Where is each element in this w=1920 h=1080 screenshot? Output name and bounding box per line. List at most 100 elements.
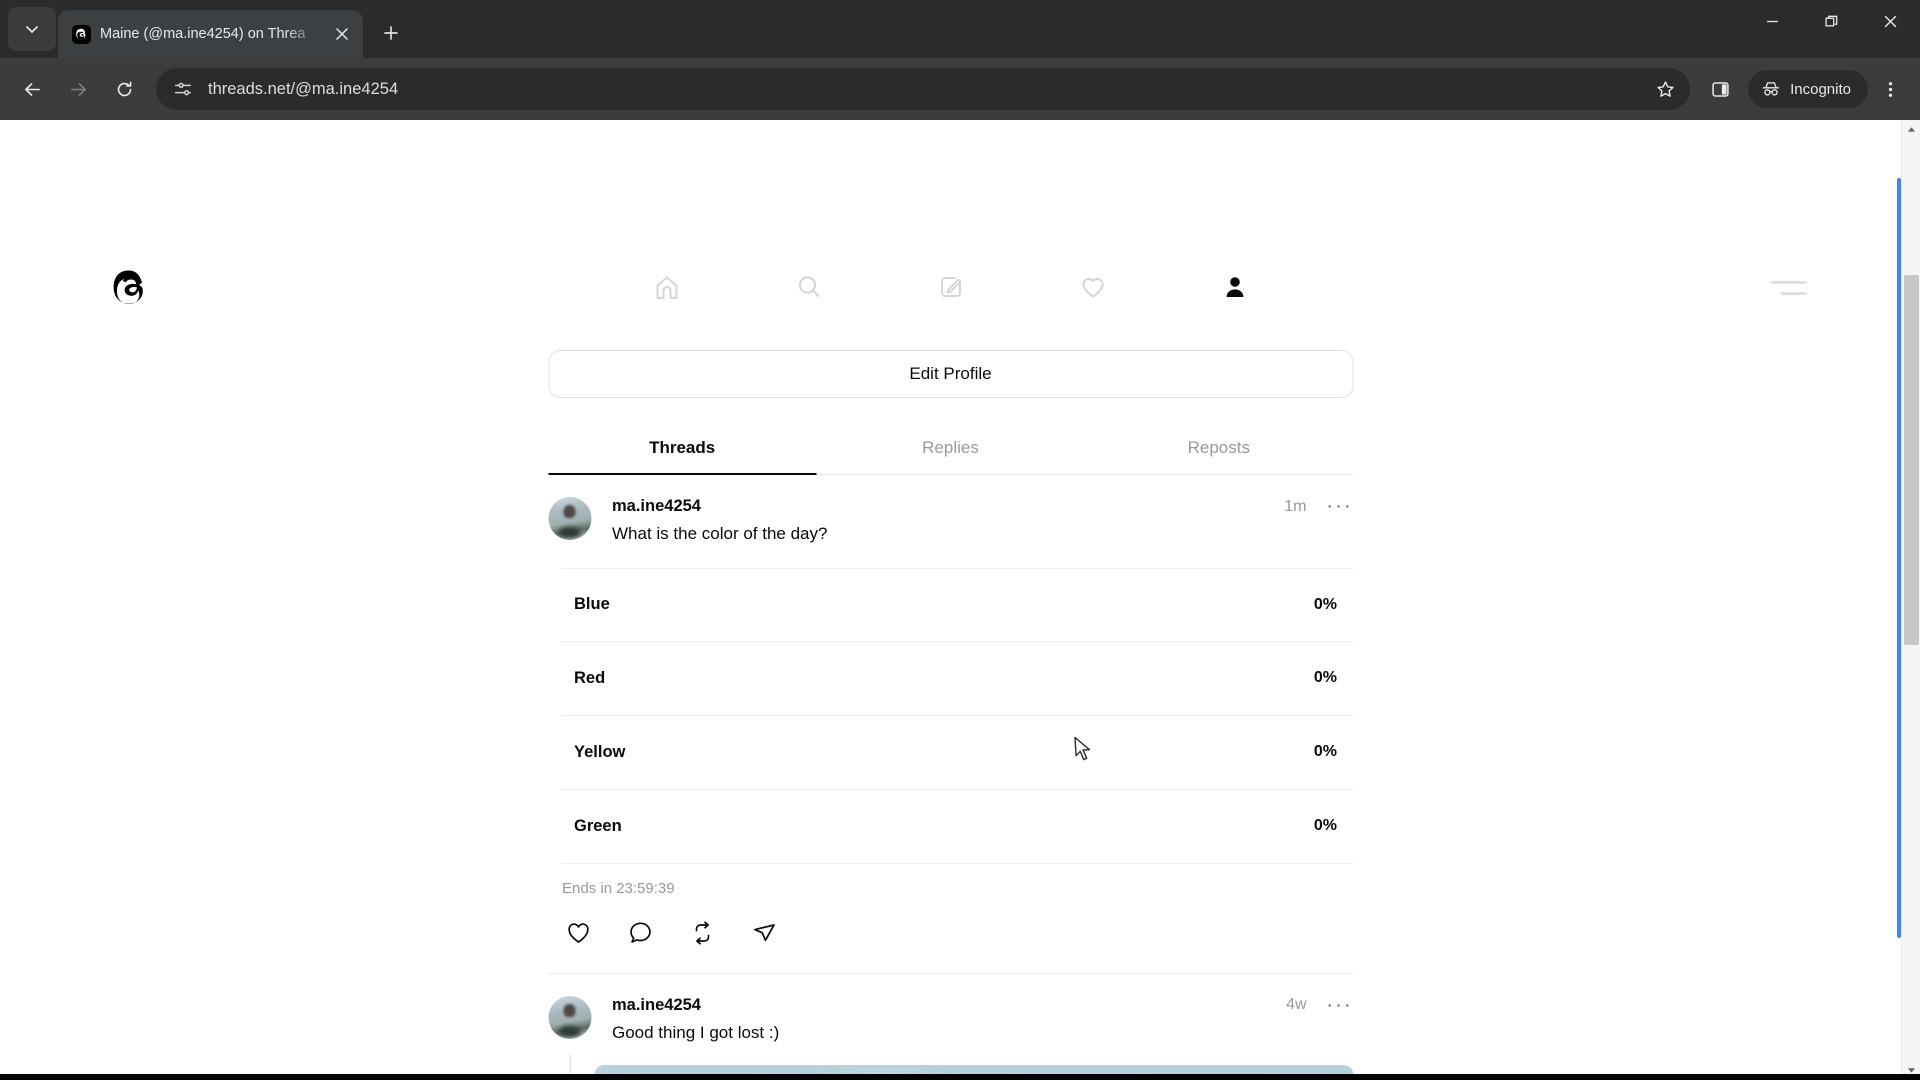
menu-line-2 <box>1781 292 1807 295</box>
chevron-down-icon <box>26 26 38 33</box>
post-meta: ma.ine4254 4w ··· <box>612 996 1353 1015</box>
poll-option[interactable]: Yellow 0% <box>560 716 1353 790</box>
scrollbar-thumb[interactable] <box>1904 275 1919 645</box>
tab-reposts[interactable]: Reposts <box>1085 424 1353 474</box>
bookmark-button[interactable] <box>1648 72 1682 106</box>
window-controls <box>1743 0 1920 48</box>
avatar[interactable] <box>548 995 591 1039</box>
share-icon <box>753 924 775 942</box>
side-panel-button[interactable] <box>1700 69 1740 109</box>
bottom-edge <box>0 1074 1920 1080</box>
forward-arrow-icon <box>70 82 86 96</box>
person-icon <box>1226 277 1243 297</box>
post-item: ma.ine4254 4w ··· Good thing I got lost … <box>548 974 1353 1080</box>
minimize-button[interactable] <box>1743 0 1802 42</box>
post-more-button[interactable]: ··· <box>1327 996 1353 1015</box>
close-icon <box>335 28 348 40</box>
repost-icon <box>695 921 709 945</box>
post-body: ma.ine4254 4w ··· Good thing I got lost … <box>612 996 1353 1045</box>
poll-option-label: Green <box>574 816 622 835</box>
share-button[interactable] <box>746 915 782 951</box>
address-bar[interactable]: threads.net/@ma.ine4254 <box>156 68 1691 110</box>
browser-window: Maine (@ma.ine4254) on Threa threads.net… <box>0 0 1920 1080</box>
scroll-up-arrow-icon <box>1907 127 1915 132</box>
incognito-indicator[interactable]: Incognito <box>1748 70 1868 108</box>
poll-option-label: Yellow <box>574 742 626 761</box>
tab-close-button[interactable] <box>330 23 353 46</box>
page-scrollbar[interactable] <box>1901 120 1920 1080</box>
heart-icon <box>1082 278 1103 298</box>
profile-feed: Edit Profile Threads Replies Reposts ma.… <box>548 350 1353 1080</box>
poll-ends-in: Ends in 23:59:39 <box>562 879 675 897</box>
poll-option[interactable]: Red 0% <box>560 642 1353 716</box>
threads-main-nav <box>643 263 1259 311</box>
nav-search-button[interactable] <box>785 263 833 311</box>
tab-replies[interactable]: Replies <box>816 424 1084 474</box>
site-settings-icon[interactable] <box>172 78 194 100</box>
close-window-button[interactable] <box>1861 0 1920 42</box>
post-text: What is the color of the day? <box>612 524 828 543</box>
post-username[interactable]: ma.ine4254 <box>612 996 701 1015</box>
post-header: ma.ine4254 1m ··· What is the color of t… <box>548 497 1353 546</box>
page-viewport: Edit Profile Threads Replies Reposts ma.… <box>0 120 1920 1080</box>
search-icon <box>798 276 819 297</box>
close-icon <box>1884 15 1897 27</box>
post-username[interactable]: ma.ine4254 <box>612 497 701 516</box>
compose-icon <box>940 277 961 297</box>
tab-search-button[interactable] <box>8 7 56 51</box>
tab-title: Maine (@ma.ine4254) on Threa <box>100 26 306 42</box>
mouse-cursor <box>1074 736 1091 761</box>
post-more-button[interactable]: ··· <box>1327 497 1353 516</box>
menu-line-1 <box>1771 281 1807 284</box>
nav-create-button[interactable] <box>927 263 975 311</box>
nav-activity-button[interactable] <box>1069 263 1117 311</box>
comment-icon <box>629 922 651 943</box>
poll: Blue 0% Red 0% Yellow 0% Green 0% <box>560 567 1353 864</box>
back-arrow-icon <box>24 82 40 96</box>
new-tab-button[interactable] <box>373 15 409 51</box>
post-actions <box>560 915 1353 951</box>
forward-button[interactable] <box>56 67 100 111</box>
tab-threads[interactable]: Threads <box>548 424 817 475</box>
poll-option[interactable]: Blue 0% <box>560 567 1353 642</box>
profile-tabs: Threads Replies Reposts <box>548 424 1353 475</box>
reload-icon <box>117 80 131 96</box>
poll-option-percent: 0% <box>1313 669 1337 687</box>
incognito-icon <box>1762 82 1780 96</box>
nav-home-button[interactable] <box>643 263 691 311</box>
poll-option-label: Red <box>574 668 606 687</box>
post-timestamp: 1m <box>1284 497 1307 515</box>
post-timestamp: 4w <box>1286 996 1307 1014</box>
poll-option-percent: 0% <box>1313 817 1337 835</box>
reply-button[interactable] <box>622 915 658 951</box>
post-header: ma.ine4254 4w ··· Good thing I got lost … <box>548 995 1353 1045</box>
reload-button[interactable] <box>102 67 146 111</box>
nav-profile-button[interactable] <box>1211 263 1259 311</box>
browser-menu-button[interactable] <box>1870 69 1910 109</box>
poll-option-label: Blue <box>574 595 610 614</box>
home-icon <box>656 276 677 299</box>
incognito-label: Incognito <box>1790 80 1851 98</box>
post-item: ma.ine4254 1m ··· What is the color of t… <box>548 475 1353 974</box>
poll-option-percent: 0% <box>1313 595 1337 613</box>
maximize-button[interactable] <box>1802 0 1861 42</box>
back-button[interactable] <box>10 67 54 111</box>
star-icon <box>1656 80 1674 97</box>
poll-option[interactable]: Green 0% <box>560 790 1353 864</box>
threads-favicon-icon <box>72 24 91 44</box>
avatar[interactable] <box>548 497 591 540</box>
url-text: threads.net/@ma.ine4254 <box>208 79 399 98</box>
hamburger-menu-icon[interactable] <box>1771 275 1807 301</box>
threads-page: Edit Profile Threads Replies Reposts ma.… <box>0 120 1901 1080</box>
threads-logo-icon[interactable] <box>110 265 154 309</box>
minimize-icon <box>1767 20 1778 22</box>
like-button[interactable] <box>560 915 596 951</box>
side-panel-icon <box>1711 81 1729 97</box>
browser-tab[interactable]: Maine (@ma.ine4254) on Threa <box>58 10 363 58</box>
scroll-up-button[interactable] <box>1902 120 1920 139</box>
repost-button[interactable] <box>684 915 720 951</box>
edit-profile-button[interactable]: Edit Profile <box>548 350 1353 398</box>
heart-icon <box>567 923 589 943</box>
post-text: Good thing I got lost :) <box>612 1022 780 1042</box>
restore-icon <box>1825 15 1838 26</box>
